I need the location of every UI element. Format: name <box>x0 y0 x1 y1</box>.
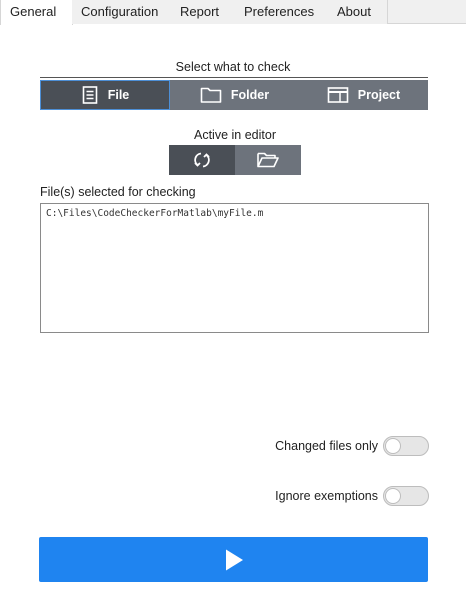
folder-icon <box>200 87 222 103</box>
files-heading: File(s) selected for checking <box>40 185 196 199</box>
document-icon <box>82 86 98 104</box>
open-folder-icon <box>257 152 279 168</box>
tab-bar: General Configuration Report Preferences… <box>0 0 466 25</box>
use-active-editor-button[interactable] <box>169 145 235 175</box>
project-window-icon <box>327 87 349 103</box>
list-item[interactable]: C:\Files\CodeCheckerForMatlab\myFile.m <box>46 208 423 219</box>
folder-option-label: Folder <box>230 88 270 102</box>
tab-preferences[interactable]: Preferences <box>235 0 329 24</box>
project-option-button[interactable]: Project <box>299 80 428 110</box>
file-list[interactable]: C:\Files\CodeCheckerForMatlab\myFile.m <box>40 203 429 333</box>
tab-report[interactable]: Report <box>171 0 236 24</box>
project-option-label: Project <box>357 88 401 102</box>
file-option-label: File <box>107 88 130 102</box>
browse-files-button[interactable] <box>235 145 301 175</box>
toggle-knob <box>385 438 401 454</box>
refresh-icon <box>194 152 210 168</box>
folder-option-button[interactable]: Folder <box>170 80 299 110</box>
ignore-exemptions-toggle[interactable] <box>383 486 429 506</box>
active-editor-heading: Active in editor <box>194 128 276 142</box>
tab-general[interactable]: General <box>0 0 73 25</box>
tab-configuration[interactable]: Configuration <box>72 0 172 24</box>
ignore-exemptions-label: Ignore exemptions <box>275 489 378 503</box>
select-check-heading: Select what to check <box>175 60 291 74</box>
changed-files-only-label: Changed files only <box>275 439 378 453</box>
file-option-button[interactable]: File <box>40 80 170 110</box>
heading-divider <box>40 77 428 78</box>
run-check-button[interactable] <box>39 537 428 582</box>
code-checker-window: General Configuration Report Preferences… <box>0 0 466 616</box>
tab-about[interactable]: About <box>328 0 388 24</box>
toggle-knob <box>385 488 401 504</box>
changed-files-only-toggle[interactable] <box>383 436 429 456</box>
play-icon <box>225 549 243 570</box>
